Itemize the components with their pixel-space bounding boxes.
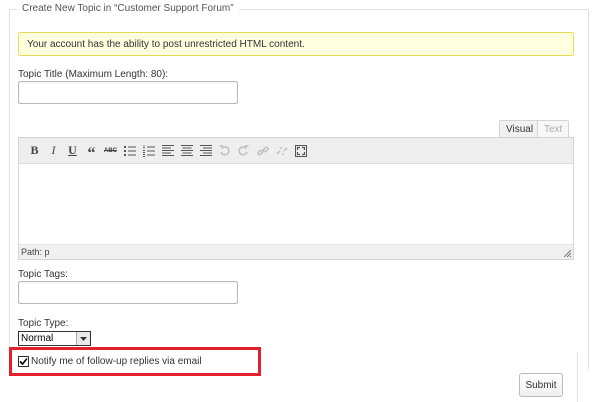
topic-tags-input[interactable] [18,281,238,304]
bullet-list-icon[interactable] [120,142,139,160]
fieldset-legend: Create New Topic in “Customer Support Fo… [17,3,239,14]
submit-button[interactable]: Submit [519,373,563,397]
tab-text[interactable]: Text [537,120,570,137]
topic-tags-label: Topic Tags: [18,269,68,280]
unlink-icon[interactable] [272,142,291,160]
topic-type-selected: Normal [21,333,54,344]
notify-option[interactable]: Notify me of follow-up replies via email [18,356,202,367]
blockquote-icon[interactable]: “ [82,142,101,162]
divider [577,352,578,402]
topic-title-label: Topic Title (Maximum Length: 80): [18,69,169,80]
strikethrough-icon[interactable]: ABC [101,142,120,160]
redo-icon[interactable] [234,142,253,160]
fullscreen-icon[interactable] [291,142,310,160]
resize-handle-icon[interactable] [562,248,572,258]
editor-toolbar: B I U “ ABC [19,138,573,164]
chevron-down-icon [76,332,90,345]
insert-link-icon[interactable] [253,142,272,160]
editor-statusbar: Path: p [19,244,573,259]
topic-type-label: Topic Type: [18,318,69,329]
bold-icon[interactable]: B [25,142,44,160]
editor-content-area[interactable] [19,164,573,244]
align-right-icon[interactable] [196,142,215,160]
italic-icon[interactable]: I [44,142,63,160]
underline-icon[interactable]: U [63,142,82,160]
numbered-list-icon[interactable] [139,142,158,160]
notify-label: Notify me of follow-up replies via email [31,356,202,367]
tab-visual[interactable]: Visual [499,120,541,137]
topic-title-input[interactable] [18,81,238,104]
align-center-icon[interactable] [177,142,196,160]
editor-path: Path: p [21,247,50,257]
align-left-icon[interactable] [158,142,177,160]
content-editor: B I U “ ABC Path: p [18,137,574,260]
notify-checkbox[interactable] [18,356,29,367]
undo-icon[interactable] [215,142,234,160]
html-permission-notice: Your account has the ability to post unr… [18,32,574,56]
topic-type-select[interactable]: Normal [18,331,91,346]
